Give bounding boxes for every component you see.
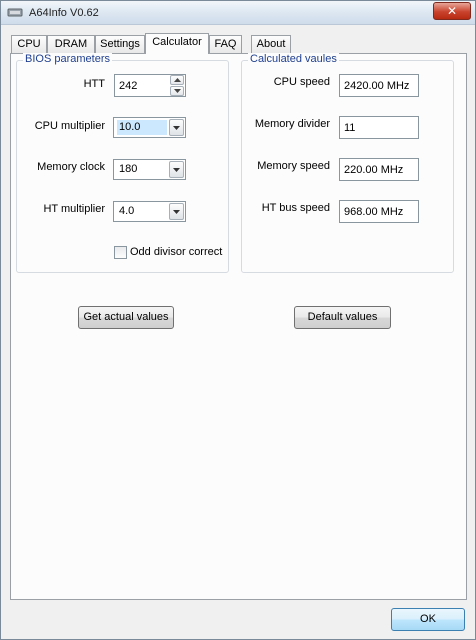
default-values-button[interactable]: Default values [294,306,391,329]
htt-spinner[interactable] [170,75,184,97]
spin-up-icon[interactable] [170,75,184,85]
dropdown-arrow-icon[interactable] [169,119,184,136]
ht-multiplier-label: HT multiplier [43,203,105,215]
bios-group-title: BIOS parameters [23,53,112,65]
ht-bus-speed-label: HT bus speed [261,202,330,214]
calculator-panel: BIOS parameters HTT 242 CPU multiplier 1… [10,53,467,600]
cpu-speed-label: CPU speed [273,76,330,88]
get-actual-values-button[interactable]: Get actual values [78,306,174,329]
ht-multiplier-value: 4.0 [119,205,135,217]
memory-clock-select[interactable]: 180 [113,159,186,180]
ht-bus-speed-value: 968.00 MHz [344,206,404,218]
calculated-group-title: Calculated vaules [248,53,339,65]
cpu-multiplier-value: 10.0 [117,120,167,135]
htt-label: HTT [83,78,105,90]
tab-dram[interactable]: DRAM [47,35,95,53]
cpu-multiplier-select[interactable]: 10.0 [113,117,186,138]
tab-settings[interactable]: Settings [95,35,145,53]
memory-speed-field: 220.00 MHz [339,158,419,181]
memory-clock-label: Memory clock [37,161,105,173]
memory-divider-label: Memory divider [254,118,330,130]
tab-cpu[interactable]: CPU [11,35,47,53]
ht-bus-speed-field: 968.00 MHz [339,200,419,223]
tab-about[interactable]: About [251,35,291,53]
memory-speed-label: Memory speed [257,160,330,172]
close-button[interactable]: ✕ [433,2,471,20]
spin-down-icon[interactable] [170,86,184,96]
ok-button[interactable]: OK [391,608,465,631]
cpu-speed-field: 2420.00 MHz [339,74,419,97]
memory-divider-field: 11 [339,116,419,139]
dropdown-arrow-icon[interactable] [169,161,184,178]
tab-calculator[interactable]: Calculator [145,33,209,54]
cpu-speed-value: 2420.00 MHz [344,80,410,92]
odd-divisor-label[interactable]: Odd divisor correct [130,246,222,258]
cpu-multiplier-label: CPU multiplier [34,120,105,132]
htt-value: 242 [119,80,138,92]
ht-multiplier-select[interactable]: 4.0 [113,201,186,222]
app-icon [7,8,23,17]
app-window: A64Info V0.62 ✕ CPU DRAM Settings Calcul… [0,0,476,640]
calculated-values-group: Calculated vaules CPU speed 2420.00 MHz … [241,53,454,273]
dropdown-arrow-icon[interactable] [169,203,184,220]
odd-divisor-checkbox[interactable] [114,246,127,259]
memory-speed-value: 220.00 MHz [344,164,404,176]
close-icon: ✕ [446,4,458,18]
bios-parameters-group: BIOS parameters HTT 242 CPU multiplier 1… [16,53,229,273]
tab-faq[interactable]: FAQ [209,35,242,53]
title-bar[interactable]: A64Info V0.62 ✕ [1,1,475,25]
memory-divider-value: 11 [344,122,356,134]
window-title: A64Info V0.62 [29,7,99,19]
memory-clock-value: 180 [119,163,138,175]
